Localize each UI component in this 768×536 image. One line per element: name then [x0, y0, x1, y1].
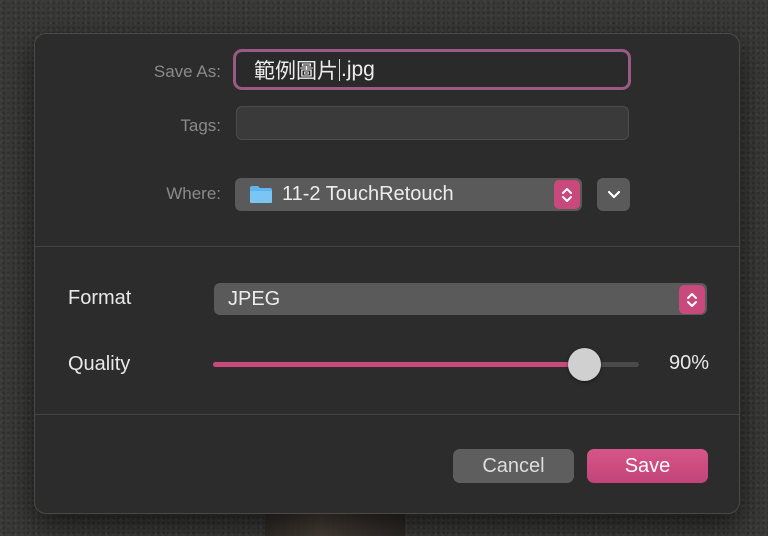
save-dialog: Save As: 範例圖片 .jpg Tags: Where: 11-2 Touc… — [34, 33, 740, 514]
where-popup[interactable]: 11-2 TouchRetouch — [235, 178, 582, 211]
up-down-chevron-icon — [554, 180, 580, 209]
where-value: 11-2 TouchRetouch — [282, 183, 454, 205]
quality-value: 90% — [668, 352, 709, 374]
format-value: JPEG — [228, 287, 281, 310]
quality-slider[interactable] — [213, 348, 639, 381]
up-down-chevron-icon — [679, 285, 705, 314]
save-as-input[interactable]: 範例圖片 .jpg — [233, 49, 631, 90]
folder-icon — [249, 185, 273, 204]
cancel-button[interactable]: Cancel — [453, 449, 574, 483]
text-caret — [339, 58, 340, 81]
quality-slider-thumb[interactable] — [567, 348, 601, 381]
save-as-label: Save As: — [153, 62, 221, 81]
tags-input[interactable] — [236, 106, 629, 140]
tags-label: Tags: — [180, 116, 221, 135]
format-label: Format — [68, 287, 132, 309]
divider — [35, 414, 739, 415]
filename-text: 範例圖片 — [254, 59, 338, 83]
chevron-down-icon — [607, 186, 621, 204]
filename-extension: .jpg — [341, 57, 375, 81]
where-label: Where: — [166, 184, 221, 203]
format-popup[interactable]: JPEG — [214, 283, 707, 315]
save-button[interactable]: Save — [587, 449, 708, 483]
divider — [35, 246, 739, 247]
quality-label: Quality — [68, 353, 131, 375]
expand-button[interactable] — [597, 178, 630, 211]
quality-slider-fill — [213, 362, 584, 367]
